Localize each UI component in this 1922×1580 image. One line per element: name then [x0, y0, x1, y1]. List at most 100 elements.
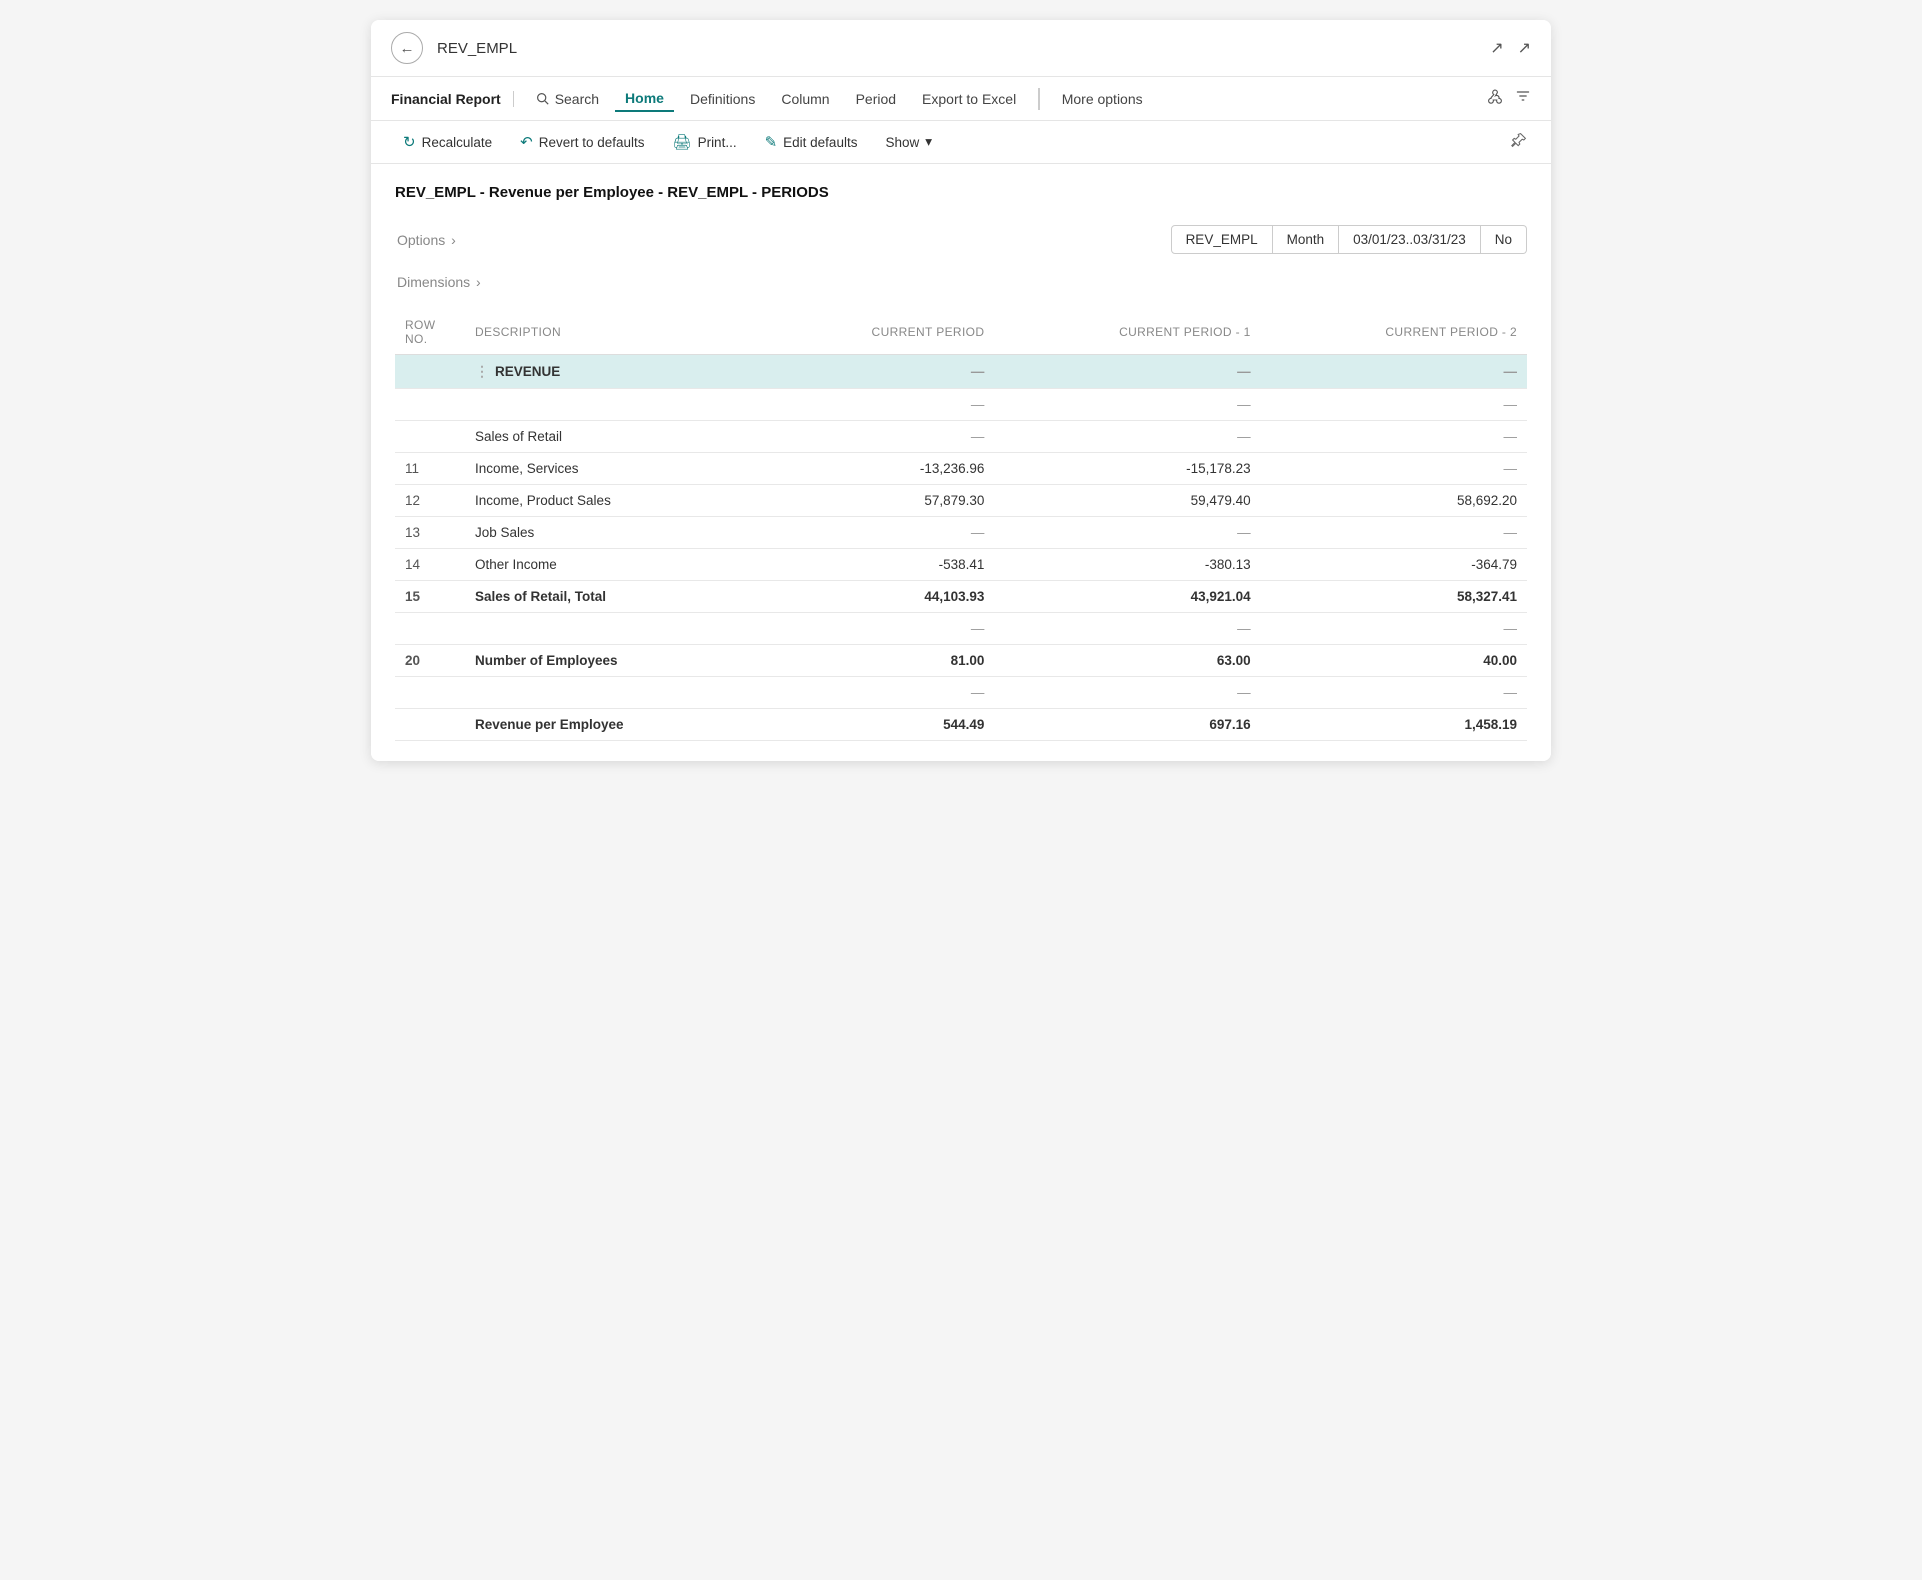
dimensions-label[interactable]: Dimensions ›: [395, 274, 481, 290]
cell-cp: 544.49: [761, 709, 994, 741]
expand-icon[interactable]: ↗: [1518, 38, 1531, 58]
menu-more-options[interactable]: More options: [1052, 87, 1153, 111]
cell-cp: —: [761, 613, 994, 645]
dimensions-text: Dimensions: [397, 274, 470, 290]
cell-cp1: —: [994, 389, 1260, 421]
option-tag-1[interactable]: Month: [1273, 225, 1340, 254]
dimensions-row: Dimensions ›: [395, 274, 1527, 290]
cell-cp: -13,236.96: [761, 453, 994, 485]
cell-cp1: —: [994, 421, 1260, 453]
cell-cp1: 697.16: [994, 709, 1260, 741]
cell-cp: —: [761, 421, 994, 453]
cell-cp: —: [761, 677, 994, 709]
cell-cp1: —: [994, 355, 1260, 389]
options-label[interactable]: Options ›: [395, 232, 456, 248]
report-table: Row No. Description CURRENT PERIOD CURRE…: [395, 310, 1527, 741]
menu-column[interactable]: Column: [771, 87, 839, 111]
cell-cp2: —: [1261, 517, 1527, 549]
cell-cp1: -15,178.23: [994, 453, 1260, 485]
menu-items: Search Home Definitions Column Period Ex…: [526, 86, 1487, 112]
show-label: Show: [885, 135, 919, 150]
cell-cp2: -364.79: [1261, 549, 1527, 581]
cell-row-no: [395, 613, 465, 645]
col-current-period: CURRENT PERIOD: [761, 310, 994, 355]
edit-defaults-label: Edit defaults: [783, 135, 857, 150]
cell-cp1: 63.00: [994, 645, 1260, 677]
share-icon[interactable]: [1487, 88, 1503, 109]
option-tag-2[interactable]: 03/01/23..03/31/23: [1339, 225, 1481, 254]
table-row: 14Other Income-538.41-380.13-364.79: [395, 549, 1527, 581]
menu-export[interactable]: Export to Excel: [912, 87, 1026, 111]
table-body: ⋮REVENUE——————Sales of Retail———11Income…: [395, 355, 1527, 741]
cell-description: Revenue per Employee: [465, 709, 761, 741]
table-row: 13Job Sales———: [395, 517, 1527, 549]
option-tag-3[interactable]: No: [1481, 225, 1527, 254]
menu-section-title: Financial Report: [391, 91, 514, 107]
cell-description: Sales of Retail: [465, 421, 761, 453]
show-button[interactable]: Show ▾: [873, 128, 944, 156]
cell-description: Sales of Retail, Total: [465, 581, 761, 613]
cell-cp1: 59,479.40: [994, 485, 1260, 517]
cell-row-no: [395, 709, 465, 741]
cell-row-no: [395, 677, 465, 709]
pin-button[interactable]: [1507, 128, 1531, 157]
filter-icon[interactable]: [1515, 88, 1531, 109]
cell-row-no: 11: [395, 453, 465, 485]
cell-cp2: —: [1261, 613, 1527, 645]
dimensions-chevron: ›: [472, 274, 481, 290]
cell-cp2: 58,692.20: [1261, 485, 1527, 517]
menu-period[interactable]: Period: [846, 87, 906, 111]
cell-row-no: 13: [395, 517, 465, 549]
cell-cp2: 1,458.19: [1261, 709, 1527, 741]
menu-action-icons: [1487, 88, 1531, 109]
cell-description: Income, Product Sales: [465, 485, 761, 517]
cell-row-no: 15: [395, 581, 465, 613]
cell-row-no: 20: [395, 645, 465, 677]
cell-row-no: [395, 389, 465, 421]
revert-label: Revert to defaults: [539, 135, 645, 150]
cell-cp: 44,103.93: [761, 581, 994, 613]
title-bar: ← REV_EMPL ↗ ↗: [371, 20, 1551, 77]
title-icons: ↗ ↗: [1490, 38, 1531, 58]
show-chevron-icon: ▾: [925, 134, 932, 150]
edit-defaults-button[interactable]: ✎ Edit defaults: [753, 127, 870, 157]
cell-description: [465, 389, 761, 421]
menu-separator: [1038, 88, 1040, 110]
menu-search[interactable]: Search: [526, 87, 609, 111]
external-link-icon[interactable]: ↗: [1490, 38, 1503, 58]
cell-cp: —: [761, 517, 994, 549]
cell-cp2: —: [1261, 453, 1527, 485]
options-chevron: ›: [447, 232, 456, 248]
back-button[interactable]: ←: [391, 32, 423, 64]
revert-button[interactable]: ↶ Revert to defaults: [508, 127, 656, 157]
cell-cp1: 43,921.04: [994, 581, 1260, 613]
options-tags: REV_EMPL Month 03/01/23..03/31/23 No: [1171, 225, 1527, 254]
drag-icon[interactable]: ⋮: [475, 363, 489, 379]
recalculate-button[interactable]: ↻ Recalculate: [391, 127, 504, 157]
cell-cp1: —: [994, 613, 1260, 645]
table-row: ⋮REVENUE———: [395, 355, 1527, 389]
revert-icon: ↶: [520, 133, 533, 151]
cell-description: Other Income: [465, 549, 761, 581]
col-description: Description: [465, 310, 761, 355]
menu-definitions[interactable]: Definitions: [680, 87, 765, 111]
print-button[interactable]: 🖨 Print...: [661, 127, 749, 157]
content-area: REV_EMPL - Revenue per Employee - REV_EM…: [371, 164, 1551, 761]
col-row-no: Row No.: [395, 310, 465, 355]
option-tag-0[interactable]: REV_EMPL: [1171, 225, 1273, 254]
menu-bar: Financial Report Search Home Definitions…: [371, 77, 1551, 121]
cell-cp1: -380.13: [994, 549, 1260, 581]
cell-cp2: —: [1261, 355, 1527, 389]
menu-home[interactable]: Home: [615, 86, 674, 112]
table-row: ———: [395, 389, 1527, 421]
cell-cp: -538.41: [761, 549, 994, 581]
print-icon: 🖨: [673, 133, 692, 151]
cell-cp2: —: [1261, 677, 1527, 709]
edit-icon: ✎: [765, 133, 778, 151]
table-row: 11Income, Services-13,236.96-15,178.23—: [395, 453, 1527, 485]
cell-cp2: —: [1261, 421, 1527, 453]
cell-description: [465, 613, 761, 645]
toolbar: ↻ Recalculate ↶ Revert to defaults 🖨 Pri…: [371, 121, 1551, 164]
window-title: REV_EMPL: [437, 40, 1490, 57]
cell-description: Income, Services: [465, 453, 761, 485]
